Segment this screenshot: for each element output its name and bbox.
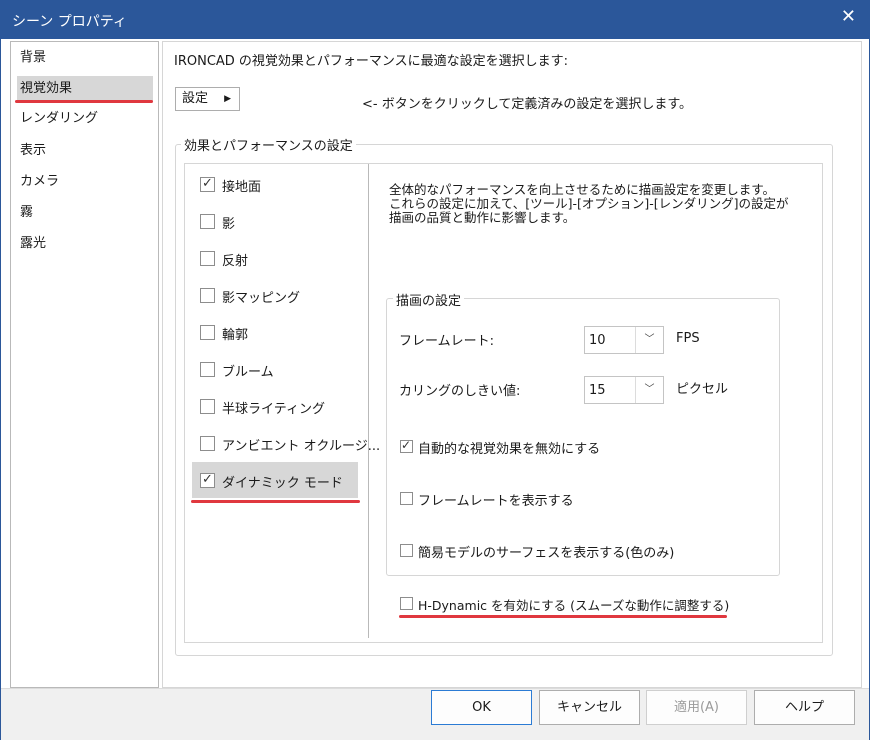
option-checkbox-simplified-surface[interactable]	[400, 544, 413, 557]
cancel-button[interactable]: キャンセル	[539, 690, 640, 725]
effect-label: 半球ライティング	[222, 402, 325, 417]
effect-label: アンビエント オクルージ...	[222, 439, 381, 454]
option-checkbox-h-dynamic[interactable]	[400, 597, 413, 610]
option-label: 簡易モデルのサーフェスを表示する(色のみ)	[418, 546, 675, 561]
effect-checkbox-ambient-occlusion[interactable]	[200, 436, 215, 451]
effect-item-outline[interactable]: 輪郭	[198, 319, 358, 347]
sidebar-highlight-underline	[15, 100, 153, 103]
effect-label: 影マッピング	[222, 291, 301, 306]
culling-threshold-label: カリングのしきい値:	[399, 384, 521, 399]
ok-button[interactable]: OK	[431, 690, 532, 725]
option-checkbox-show-frame-rate[interactable]	[400, 492, 413, 505]
h-dynamic-highlight-underline	[399, 615, 727, 618]
culling-threshold-unit: ピクセル	[676, 382, 729, 397]
effect-checkbox-dynamic-mode[interactable]	[200, 472, 215, 488]
effect-item-ambient-occlusion[interactable]: アンビエント オクルージ...	[198, 430, 380, 458]
effect-label: ブルーム	[222, 365, 274, 380]
effect-label: 接地面	[222, 180, 262, 195]
effect-checkbox-reflection[interactable]	[200, 251, 215, 266]
culling-threshold-combo[interactable]: 15 ﹀	[584, 376, 664, 404]
effect-label: 輪郭	[222, 328, 249, 343]
description-line: 全体的なパフォーマンスを向上させるために描画設定を変更します。	[389, 182, 776, 197]
category-sidebar: 背景 視覚効果 レンダリング 表示 カメラ 霧 露光	[10, 41, 159, 688]
effect-checkbox-shadow-mapping[interactable]	[200, 288, 215, 303]
option-label: 自動的な視覚効果を無効にする	[418, 442, 601, 457]
intro-text: IRONCAD の視覚効果とパフォーマンスに最適な設定を選択します:	[174, 54, 569, 69]
chevron-down-icon[interactable]: ﹀	[635, 327, 663, 353]
description-line: 描画の品質と動作に影響します。	[389, 210, 576, 225]
effect-item-ground-plane[interactable]: 接地面	[198, 171, 358, 199]
window-title: シーン プロパティ	[12, 14, 127, 30]
frame-rate-value: 10	[589, 333, 606, 348]
effect-label: 反射	[222, 254, 249, 269]
effect-item-shadow[interactable]: 影	[198, 208, 358, 236]
effect-item-dynamic-mode[interactable]: ダイナミック モード	[198, 467, 358, 495]
effect-checkbox-hemisphere-lighting[interactable]	[200, 399, 215, 414]
frame-rate-label: フレームレート:	[399, 334, 494, 349]
render-settings-title: 描画の設定	[393, 290, 465, 309]
effect-item-bloom[interactable]: ブルーム	[198, 356, 358, 384]
preset-button[interactable]: 設定 ▶	[175, 87, 240, 111]
close-icon[interactable]: ✕	[841, 6, 856, 27]
sidebar-item-rendering[interactable]: レンダリング	[17, 106, 153, 132]
frame-rate-unit: FPS	[676, 331, 700, 346]
sidebar-item-display[interactable]: 表示	[17, 138, 153, 164]
sidebar-item-visual-effects[interactable]: 視覚効果	[17, 76, 153, 102]
option-label: フレームレートを表示する	[418, 494, 574, 509]
effect-checkbox-ground-plane[interactable]	[200, 176, 215, 192]
effect-checkbox-outline[interactable]	[200, 325, 215, 340]
description-text: 全体的なパフォーマンスを向上させるために描画設定を変更します。 これらの設定に加…	[389, 183, 789, 225]
frame-rate-combo[interactable]: 10 ﹀	[584, 326, 664, 354]
effect-item-shadow-mapping[interactable]: 影マッピング	[198, 282, 358, 310]
effect-item-reflection[interactable]: 反射	[198, 245, 358, 273]
option-checkbox-disable-auto-effects[interactable]	[400, 438, 413, 453]
preset-hint: <- ボタンをクリックして定義済みの設定を選択します。	[362, 97, 693, 112]
culling-threshold-value: 15	[589, 383, 606, 398]
sidebar-item-camera[interactable]: カメラ	[17, 169, 153, 195]
effect-label: 影	[222, 217, 236, 232]
effects-group-title: 効果とパフォーマンスの設定	[181, 135, 356, 154]
effect-item-hemisphere-lighting[interactable]: 半球ライティング	[198, 393, 358, 421]
effect-checkbox-bloom[interactable]	[200, 362, 215, 377]
dynamic-mode-highlight-underline	[191, 500, 360, 503]
title-bar: シーン プロパティ ✕	[0, 0, 870, 39]
sidebar-item-fog[interactable]: 霧	[17, 200, 153, 226]
effect-label: ダイナミック モード	[222, 476, 343, 491]
sidebar-item-background[interactable]: 背景	[17, 45, 153, 71]
effects-divider	[368, 164, 369, 638]
description-line: これらの設定に加えて、[ツール]-[オプション]-[レンダリング]の設定が	[389, 196, 789, 211]
help-button[interactable]: ヘルプ	[754, 690, 855, 725]
sidebar-item-exposure[interactable]: 露光	[17, 231, 153, 257]
arrow-right-icon: ▶	[224, 94, 231, 104]
preset-button-label: 設定	[182, 91, 209, 106]
apply-button[interactable]: 適用(A)	[646, 690, 747, 725]
chevron-down-icon[interactable]: ﹀	[635, 377, 663, 403]
option-label: H-Dynamic を有効にする (スムーズな動作に調整する)	[418, 598, 730, 613]
effect-checkbox-shadow[interactable]	[200, 214, 215, 229]
